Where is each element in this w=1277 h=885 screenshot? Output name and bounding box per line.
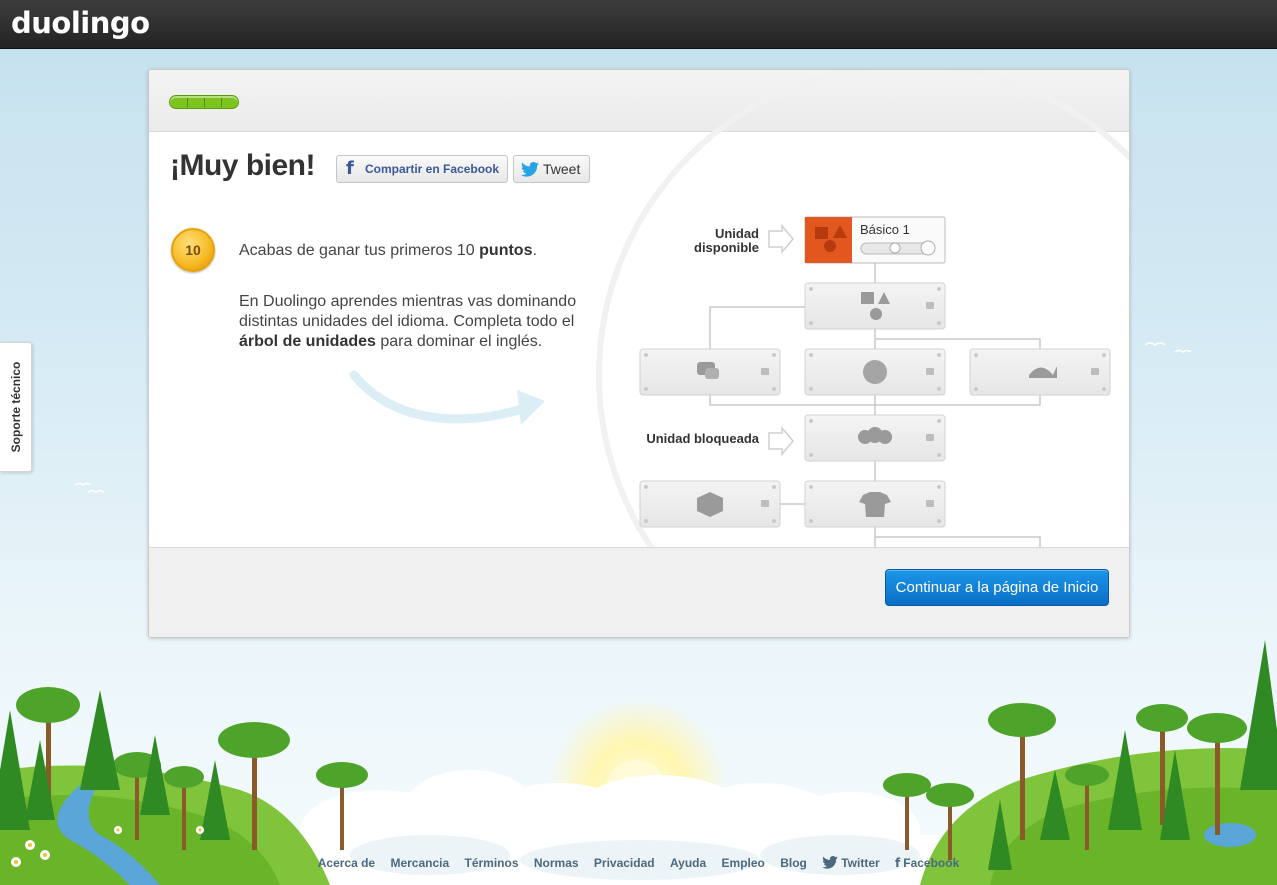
footer-facebook-label: Facebook [903, 856, 960, 870]
birds-decoration [1144, 342, 1192, 353]
duolingo-logo[interactable]: duolingo [11, 6, 150, 40]
footer-link-normas[interactable]: Normas [534, 856, 579, 870]
continue-button[interactable]: Continuar a la página de Inicio [885, 569, 1109, 606]
support-tab[interactable]: Soporte técnico [0, 342, 32, 472]
medal-points: 10 [185, 242, 201, 258]
points-message-text: Acabas de ganar tus primeros 10 [239, 242, 480, 259]
lesson-complete-card: Unidad disponible Unidad bloqueada Básic… [148, 69, 1130, 638]
twitter-bird-icon [521, 162, 539, 177]
footer-link-facebook[interactable]: f Facebook [895, 856, 959, 870]
support-tab-label: Soporte técnico [8, 361, 23, 453]
share-facebook-button[interactable]: f Compartir en Facebook [336, 155, 508, 183]
tree-message-text: En Duolingo aprendes mientras vas domina… [239, 293, 577, 330]
points-medal: 10 [171, 228, 215, 272]
facebook-icon: f [895, 856, 901, 870]
facebook-icon: f [346, 158, 354, 179]
footer-link-acerca[interactable]: Acerca de [318, 856, 375, 870]
share-facebook-label: Compartir en Facebook [365, 162, 500, 176]
points-message: Acabas de ganar tus primeros 10 puntos. [239, 242, 537, 260]
available-unit-label: Unidad disponible [694, 226, 759, 255]
page-title: ¡Muy bien! [170, 149, 316, 182]
card-footer: Continuar a la página de Inicio [149, 547, 1129, 637]
footer-link-empleo[interactable]: Empleo [722, 856, 765, 870]
top-bar: duolingo [0, 0, 1277, 49]
footer-link-twitter[interactable]: Twitter [822, 856, 880, 870]
locked-unit-label: Unidad bloqueada [646, 431, 759, 446]
points-message-end: . [532, 242, 537, 259]
landscape-illustration [0, 640, 1277, 885]
footer-link-privacidad[interactable]: Privacidad [594, 856, 655, 870]
footer-links: Acerca de Mercancia Términos Normas Priv… [0, 856, 1277, 874]
tree-message-end: para dominar el inglés. [375, 333, 543, 350]
footer-twitter-label: Twitter [841, 856, 880, 870]
tree-message: En Duolingo aprendes mientras vas domina… [239, 292, 589, 352]
footer-link-blog[interactable]: Blog [780, 856, 807, 870]
tweet-button[interactable]: Tweet [513, 155, 590, 183]
footer-link-mercancia[interactable]: Mercancia [390, 856, 449, 870]
points-message-bold: puntos [479, 242, 533, 259]
footer-link-ayuda[interactable]: Ayuda [670, 856, 706, 870]
twitter-icon [822, 856, 839, 869]
birds-decoration-left [74, 482, 105, 493]
tree-message-bold: árbol de unidades [239, 333, 376, 350]
first-unit-title: Básico 1 [860, 222, 910, 237]
footer-link-terminos[interactable]: Términos [465, 856, 519, 870]
tweet-label: Tweet [543, 161, 581, 177]
